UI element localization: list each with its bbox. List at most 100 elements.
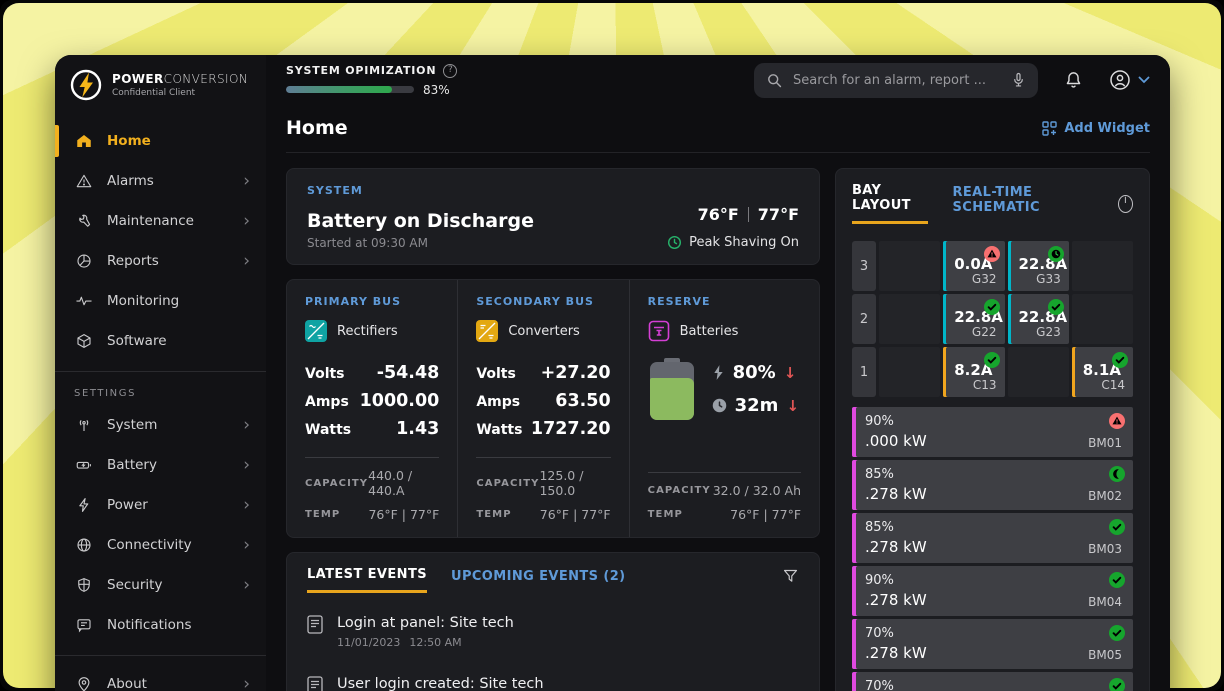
converter-icon (476, 320, 498, 342)
battery-module-list: 90% .000 kW BM01 85% .278 kW (852, 407, 1133, 691)
info-icon[interactable]: i (1118, 195, 1133, 213)
shield-icon (74, 576, 93, 595)
system-card-label: SYSTEM (307, 184, 534, 197)
sidebar-item-power[interactable]: Power › (55, 485, 266, 525)
sidebar-item-monitoring[interactable]: Monitoring (55, 281, 266, 321)
optimization-progressbar (286, 86, 414, 93)
sleep-badge-icon (1109, 466, 1125, 482)
module-row-BM01[interactable]: 90% .000 kW BM01 (852, 407, 1133, 457)
module-row-BM04[interactable]: 90% .278 kW BM04 (852, 566, 1133, 616)
sidebar-item-maintenance[interactable]: Maintenance › (55, 201, 266, 241)
chevron-down-icon (1138, 76, 1150, 84)
bay-cell-G33[interactable]: 22.8A G33 (1008, 241, 1069, 291)
microphone-icon[interactable] (1011, 72, 1026, 89)
bay-cell-G23[interactable]: 22.8A G23 (1008, 294, 1069, 344)
help-icon[interactable]: ? (443, 64, 457, 78)
sidebar-nav: Home Alarms › Maintenance › (55, 121, 266, 691)
chevron-right-icon: › (243, 213, 250, 230)
ok-badge-icon (1109, 572, 1125, 588)
pie-chart-icon (74, 252, 93, 271)
ok-badge-icon (984, 352, 1000, 368)
content: SYSTEM Battery on Discharge Started at 0… (266, 153, 1170, 691)
module-row-BM02[interactable]: 85% .278 kW BM02 (852, 460, 1133, 510)
ok-badge-icon (1109, 519, 1125, 535)
events-tabs: LATEST EVENTS UPCOMING EVENTS (2) (307, 567, 799, 593)
secondary-bus-panel: SECONDARY BUS Converters Volts+27.20 Amp… (457, 280, 628, 537)
bay-cell-empty (1072, 241, 1133, 291)
bay-tabs: BAY LAYOUT REAL-TIME SCHEMATIC i (852, 183, 1133, 224)
module-row-BM03[interactable]: 85% .278 kW BM03 (852, 513, 1133, 563)
filter-icon[interactable] (782, 568, 799, 592)
sidebar-item-security[interactable]: Security › (55, 565, 266, 605)
event-row[interactable]: User login created: Site tech 10/25/2023… (307, 676, 799, 691)
sidebar-item-reports[interactable]: Reports › (55, 241, 266, 281)
system-card-right: 76°F 77°F Peak Shaving On (667, 184, 799, 250)
system-card: SYSTEM Battery on Discharge Started at 0… (286, 168, 820, 265)
sidebar-item-home[interactable]: Home (55, 121, 266, 161)
tab-bay-layout[interactable]: BAY LAYOUT (852, 183, 928, 224)
module-row-BM06[interactable]: 70% .278 kW BM06 (852, 672, 1133, 691)
bay-cell-C14[interactable]: 8.1A C14 (1072, 347, 1133, 397)
tab-upcoming-events[interactable]: UPCOMING EVENTS (2) (451, 569, 626, 592)
sidebar-item-battery[interactable]: Battery › (55, 445, 266, 485)
sidebar-item-about[interactable]: About › (55, 664, 266, 691)
chevron-right-icon: › (243, 173, 250, 190)
sidebar-item-alarms[interactable]: Alarms › (55, 161, 266, 201)
module-row-BM05[interactable]: 70% .278 kW BM05 (852, 619, 1133, 669)
sidebar-item-connectivity[interactable]: Connectivity › (55, 525, 266, 565)
system-status-title: Battery on Discharge (307, 210, 534, 232)
chat-bubble-icon (74, 616, 93, 635)
tab-latest-events[interactable]: LATEST EVENTS (307, 567, 427, 593)
chevron-right-icon: › (243, 577, 250, 594)
bay-cell-empty (879, 294, 940, 344)
system-optimization: SYSTEM OPIMIZATION ? 83% (286, 64, 457, 97)
bay-cell-C13[interactable]: 8.2A C13 (943, 347, 1004, 397)
sidebar-item-software[interactable]: Software (55, 321, 266, 361)
rectifier-icon (305, 320, 327, 342)
battery-icon (74, 456, 93, 475)
settings-section-label: SETTINGS (55, 380, 266, 405)
chevron-right-icon: › (243, 253, 250, 270)
optimization-progress-fill (286, 86, 392, 93)
batteries-device: Batteries (648, 320, 801, 342)
document-icon (307, 676, 323, 691)
bay-cell-G32[interactable]: 0.0A G32 (943, 241, 1004, 291)
bay-cell-G22[interactable]: 22.8A G22 (943, 294, 1004, 344)
user-menu[interactable] (1109, 69, 1150, 91)
search-icon (766, 72, 783, 89)
left-column: SYSTEM Battery on Discharge Started at 0… (286, 168, 820, 691)
bay-cell-empty (879, 347, 940, 397)
search-bar[interactable] (754, 63, 1038, 98)
primary-bus-panel: PRIMARY BUS Rectifiers Volts-54.48 Amps1… (287, 280, 457, 537)
tab-realtime-schematic[interactable]: REAL-TIME SCHEMATIC (952, 185, 1093, 223)
alert-badge-icon (1109, 413, 1125, 429)
add-widget-button[interactable]: Add Widget (1042, 121, 1150, 136)
event-row[interactable]: Login at panel: Site tech 11/01/2023 12:… (307, 615, 799, 649)
topbar: SYSTEM OPIMIZATION ? 83% (266, 55, 1170, 105)
bay-grid: 3 0.0A G32 22.8A (852, 241, 1133, 397)
page-title: Home (286, 117, 348, 139)
reserve-panel: RESERVE Batteries (629, 280, 819, 537)
sidebar-divider (55, 655, 266, 656)
lightning-logo-icon (69, 68, 103, 102)
alert-badge-icon (984, 246, 1000, 262)
system-card-left: SYSTEM Battery on Discharge Started at 0… (307, 184, 534, 250)
brand-subtitle: Confidential Client (112, 88, 248, 98)
waveform-icon (74, 292, 93, 311)
battery-graphic (650, 358, 694, 420)
event-title: Login at panel: Site tech (337, 615, 514, 631)
chevron-right-icon: › (243, 497, 250, 514)
scheduled-badge-icon (1048, 246, 1064, 262)
brand-name: POWERCONVERSION (112, 72, 248, 86)
location-pin-icon (74, 675, 93, 691)
bolt-icon (74, 496, 93, 515)
sidebar-item-notifications[interactable]: Notifications (55, 605, 266, 645)
ok-badge-icon (1112, 352, 1128, 368)
runtime-stat: 32m ↓ (712, 395, 799, 416)
sidebar-item-system[interactable]: System › (55, 405, 266, 445)
page-header: Home Add Widget (286, 109, 1150, 153)
notifications-bell-icon[interactable] (1064, 70, 1083, 90)
bay-row-label: 2 (852, 294, 876, 344)
search-input[interactable] (793, 73, 1001, 88)
ok-badge-icon (984, 299, 1000, 315)
